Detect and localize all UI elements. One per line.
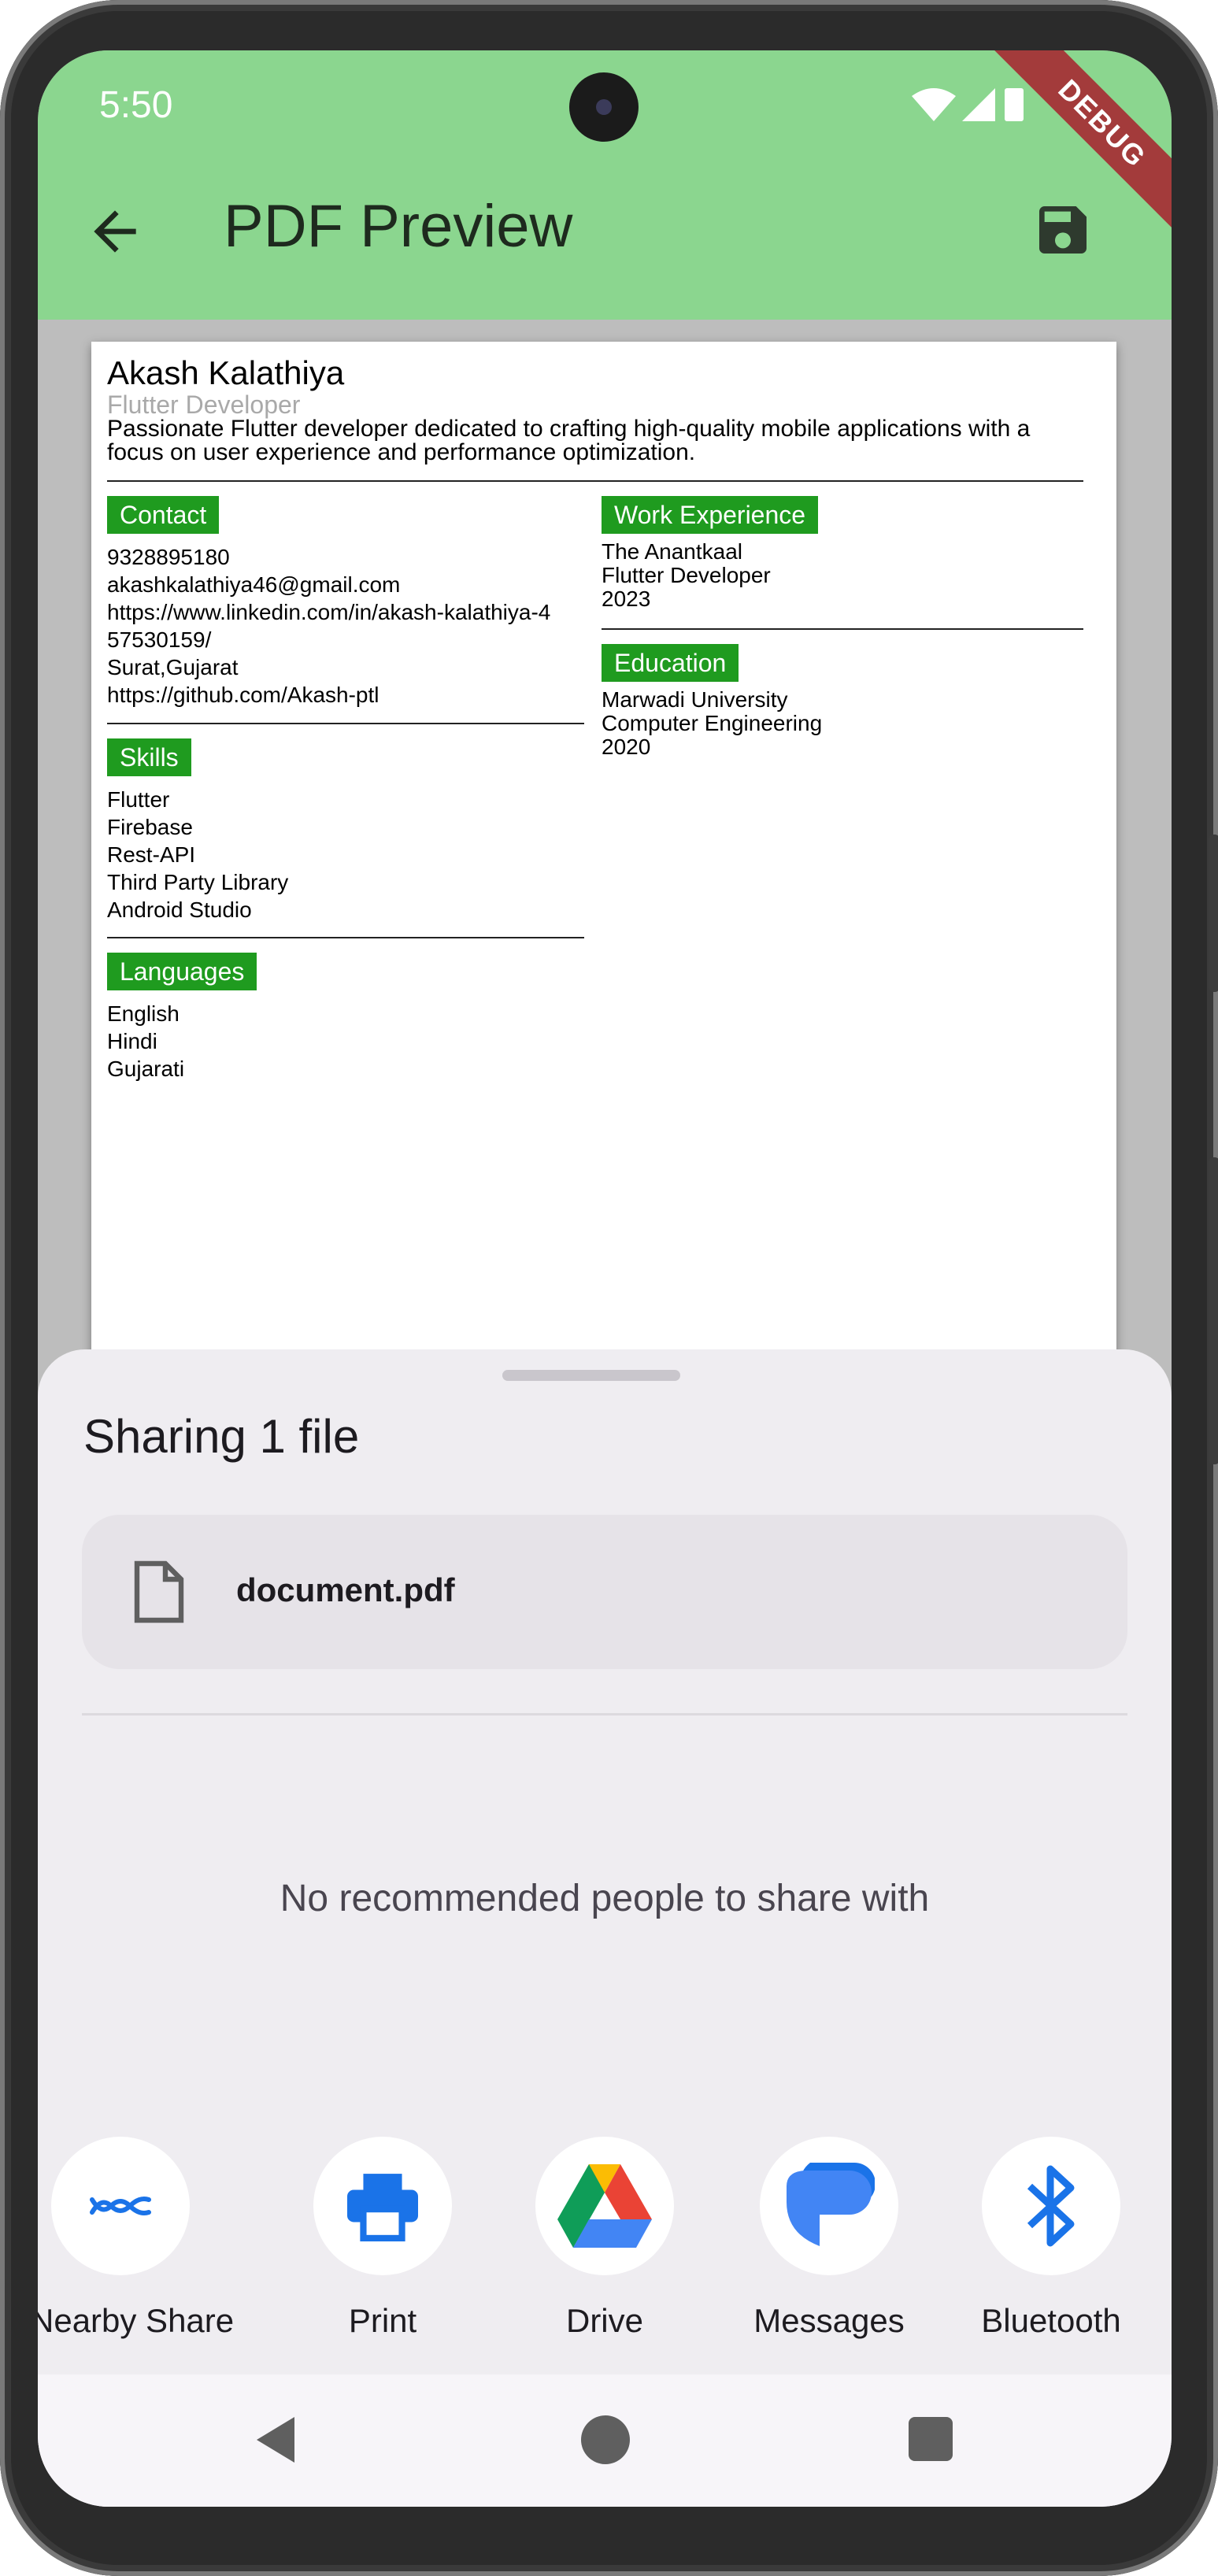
front-camera: [569, 72, 639, 142]
system-nav-bar: [38, 2374, 1172, 2507]
share-target-label: Bluetooth: [981, 2302, 1121, 2339]
arrow-back-icon[interactable]: [83, 200, 146, 263]
sheet-title: Sharing 1 file: [83, 1410, 360, 1463]
share-target-bluetooth[interactable]: Bluetooth: [961, 2137, 1142, 2340]
share-target-messages[interactable]: Messages: [739, 2137, 920, 2340]
nav-back-icon[interactable]: [254, 2415, 298, 2464]
work-details: The Anantkaal Flutter Developer 2023: [602, 539, 771, 611]
status-time: 5:50: [99, 84, 173, 126]
work-heading: Work Experience: [602, 496, 819, 534]
divider: [107, 723, 584, 724]
save-icon[interactable]: [1031, 198, 1094, 261]
drag-handle[interactable]: [502, 1370, 680, 1381]
divider: [107, 480, 1083, 482]
languages-list: English Hindi Gujarati: [107, 1001, 185, 1081]
resume-summary: Passionate Flutter developer dedicated t…: [107, 416, 1031, 465]
share-target-label: Drive: [565, 2302, 643, 2339]
share-target-label: Nearby Share: [38, 2302, 235, 2339]
share-target-label: Messages: [753, 2302, 905, 2339]
contact-details: 9328895180 akashkalathiya46@gmail.com ht…: [107, 545, 551, 707]
nearby-share-button[interactable]: [51, 2137, 190, 2275]
nav-recents-icon[interactable]: [909, 2417, 953, 2461]
share-target-print[interactable]: Print: [292, 2137, 473, 2340]
signal-icon: [962, 88, 995, 121]
skills-list: Flutter Firebase Rest-API Third Party Li…: [107, 787, 289, 922]
messages-icon: [787, 2163, 875, 2246]
wifi-icon: [912, 88, 956, 121]
status-icons: [912, 85, 1030, 128]
document-icon: [134, 1560, 184, 1623]
power-button: [1209, 1157, 1218, 1464]
education-heading: Education: [602, 644, 739, 682]
messages-button[interactable]: [760, 2137, 898, 2275]
pdf-page: Akash Kalathiya Flutter Developer Passio…: [91, 342, 1116, 1444]
file-card: document.pdf: [82, 1515, 1127, 1669]
drive-button[interactable]: [535, 2137, 674, 2275]
share-target-nearby-share[interactable]: Nearby Share: [38, 2137, 235, 2340]
share-target-label: Print: [348, 2302, 417, 2339]
share-target-drive[interactable]: Drive: [514, 2137, 695, 2340]
google-drive-icon: [557, 2164, 652, 2248]
languages-heading: Languages: [107, 953, 257, 990]
empty-people-message: No recommended people to share with: [280, 1878, 930, 1919]
print-button[interactable]: [313, 2137, 452, 2275]
skills-heading: Skills: [107, 738, 191, 776]
bluetooth-button[interactable]: [982, 2137, 1120, 2275]
divider: [107, 937, 584, 938]
divider: [82, 1713, 1127, 1715]
divider: [602, 628, 1083, 630]
share-sheet: Sharing 1 file document.pdf No recommend…: [38, 1349, 1172, 2507]
share-targets: Nearby Share Print Drive Messages Blueto…: [38, 2137, 1172, 2373]
nav-home-icon[interactable]: [581, 2415, 630, 2464]
printer-icon: [347, 2174, 418, 2241]
education-details: Marwadi University Computer Engineering …: [602, 687, 823, 759]
device-screen: 5:50 DEBUG PDF Preview Akash Kalathiya F…: [38, 50, 1172, 2507]
nearby-share-icon: [90, 2197, 151, 2215]
page-title: PDF Preview: [224, 193, 573, 260]
volume-button: [1209, 835, 1218, 992]
contact-heading: Contact: [107, 496, 220, 534]
file-name: document.pdf: [236, 1571, 455, 1608]
battery-icon: [1005, 88, 1024, 121]
bluetooth-icon: [1027, 2165, 1075, 2247]
resume-name: Akash Kalathiya: [107, 354, 345, 391]
